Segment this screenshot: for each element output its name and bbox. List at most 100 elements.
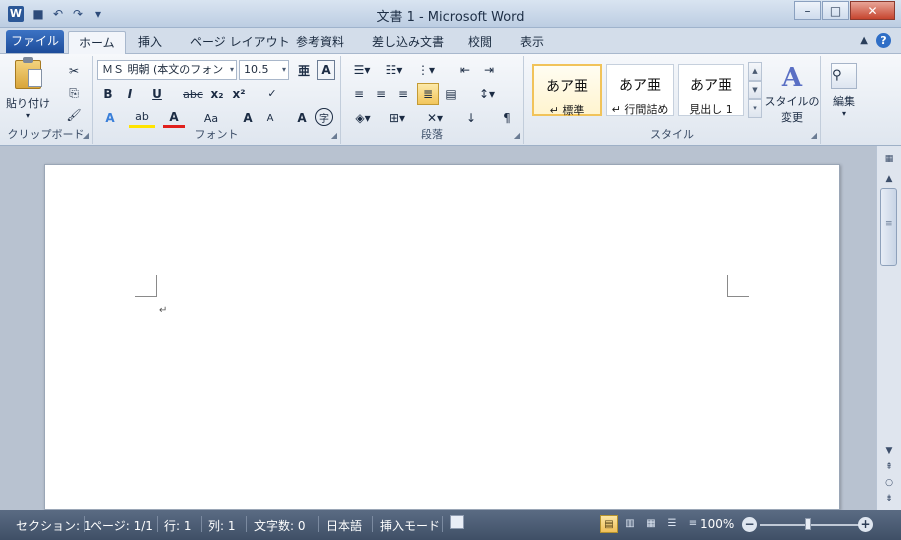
minimize-ribbon-icon[interactable]: ▲ — [860, 35, 868, 46]
print-layout-icon[interactable]: ▤ — [600, 515, 618, 533]
editing-button[interactable]: ⚲ 編集 ▾ — [825, 60, 863, 120]
borders-icon[interactable]: ⊞▾ — [383, 108, 411, 128]
status-line[interactable]: 行: 1 — [164, 517, 192, 534]
tab-mailings[interactable]: 差し込み文書 — [362, 31, 454, 54]
align-right-icon[interactable]: ≡ — [393, 84, 413, 104]
highlight-icon[interactable]: ab — [129, 108, 155, 128]
asian-layout-icon[interactable]: ✕▾ — [421, 108, 449, 128]
shading-icon[interactable]: ◈▾ — [349, 108, 377, 128]
close-button[interactable]: ✕ — [850, 1, 895, 20]
align-center-icon[interactable]: ≡ — [371, 84, 391, 104]
multilevel-list-icon[interactable]: ⋮▾ — [413, 60, 439, 80]
line-spacing-icon[interactable]: ↕▾ — [473, 84, 501, 104]
gallery-up-icon[interactable]: ▲ — [748, 62, 762, 81]
browse-object-icon[interactable]: ○ — [881, 478, 897, 488]
format-painter-icon[interactable]: 🖌 — [64, 106, 84, 124]
dialog-launcher-icon[interactable]: ◢ — [811, 131, 817, 140]
change-case-button[interactable]: Aa — [199, 108, 223, 128]
tab-file[interactable]: ファイル — [6, 30, 64, 53]
title-bar: W ■ ↶ ↷ ▾ 文書 1 - Microsoft Word – □ ✕ — [0, 0, 901, 28]
minimize-button[interactable]: – — [794, 1, 821, 20]
paragraph-group: ☰▾ ☷▾ ⋮▾ ⇤ ⇥ ≡ ≡ ≡ ≣ ▤ ↕▾ ◈▾ ⊞▾ ✕▾ ↓ ¶ 段… — [341, 56, 524, 144]
phonetic-guide-icon[interactable]: 亜 — [295, 60, 313, 80]
window-title: 文書 1 - Microsoft Word — [376, 10, 525, 25]
editing-group: ⚲ 編集 ▾ — [821, 56, 867, 144]
document-area: ↵ — [0, 146, 876, 510]
status-word-count[interactable]: 文字数: 0 — [254, 517, 306, 534]
bold-button[interactable]: B — [99, 84, 117, 104]
justify-icon[interactable]: ≣ — [417, 83, 439, 105]
strikethrough-button[interactable]: abc — [181, 84, 205, 104]
style-heading-1[interactable]: あア亜 見出し 1 — [678, 64, 744, 116]
help-icon[interactable]: ? — [876, 33, 891, 48]
proofing-icon[interactable]: ✓ — [261, 82, 283, 104]
align-left-icon[interactable]: ≡ — [349, 84, 369, 104]
macro-record-icon[interactable] — [450, 515, 464, 529]
tab-view[interactable]: 表示 — [510, 31, 554, 54]
next-page-icon[interactable]: ⇟ — [881, 494, 897, 504]
font-size-select[interactable]: 10.5 ▾ — [239, 60, 289, 80]
status-insert-mode[interactable]: 挿入モード — [380, 517, 440, 534]
sort-icon[interactable]: ↓ — [461, 108, 481, 128]
scroll-down-icon[interactable]: ▼ — [881, 446, 897, 456]
text-effects-icon[interactable]: A — [99, 108, 121, 128]
tab-page-layout[interactable]: ページ レイアウト — [180, 31, 300, 54]
previous-page-icon[interactable]: ⇞ — [881, 462, 897, 472]
binoculars-icon: ⚲ — [831, 62, 857, 89]
shrink-font-icon[interactable]: A — [261, 108, 279, 128]
paragraph-mark: ↵ — [159, 305, 168, 316]
paste-button[interactable]: 貼り付け ▾ — [6, 57, 50, 120]
crop-mark-left — [135, 275, 157, 297]
show-marks-icon[interactable]: ¶ — [497, 108, 517, 128]
scroll-up-icon[interactable]: ▲ — [881, 174, 897, 184]
tab-review[interactable]: 校閲 — [458, 31, 502, 54]
font-name-select[interactable]: ＭＳ 明朝 (本文のフォン ▾ — [97, 60, 237, 80]
superscript-button[interactable]: x² — [229, 84, 249, 104]
dialog-launcher-icon[interactable]: ◢ — [331, 131, 337, 140]
tab-home[interactable]: ホーム — [68, 31, 126, 54]
tab-references[interactable]: 参考資料 — [286, 31, 354, 54]
ruler-toggle-icon[interactable]: ▦ — [881, 154, 897, 164]
change-styles-button[interactable]: A スタイルの 変更 — [764, 60, 820, 128]
scissors-icon[interactable]: ✂ — [64, 62, 84, 80]
underline-button[interactable]: U — [145, 84, 169, 104]
full-screen-reading-icon[interactable]: ▥ — [621, 515, 639, 533]
char-border-icon[interactable]: A — [317, 60, 335, 80]
status-page[interactable]: ページ: 1/1 — [90, 517, 153, 534]
subscript-button[interactable]: x₂ — [207, 84, 227, 104]
zoom-level[interactable]: 100% — [700, 517, 734, 531]
enclose-char-icon[interactable]: 字 — [315, 108, 333, 126]
distributed-icon[interactable]: ▤ — [441, 84, 461, 104]
dialog-launcher-icon[interactable]: ◢ — [83, 131, 89, 140]
zoom-slider-thumb[interactable] — [805, 518, 811, 530]
scroll-thumb[interactable] — [880, 188, 897, 266]
bullets-icon[interactable]: ☰▾ — [349, 60, 375, 80]
gallery-more-icon[interactable]: ▾ — [748, 99, 762, 119]
style-no-spacing[interactable]: あア亜 ↵ 行間詰め — [606, 64, 674, 116]
web-layout-icon[interactable]: ▦ — [642, 515, 660, 533]
vertical-scrollbar[interactable]: ▦ ▲ ▼ ⇞ ○ ⇟ — [876, 146, 901, 510]
decrease-indent-icon[interactable]: ⇤ — [455, 60, 475, 80]
ribbon-tabs: ファイル ホーム 挿入 ページ レイアウト 参考資料 差し込み文書 校閲 表示 … — [0, 28, 901, 54]
outline-icon[interactable]: ☰ — [663, 515, 681, 533]
italic-button[interactable]: I — [121, 84, 139, 104]
style-normal[interactable]: あア亜 ↵ 標準 — [532, 64, 602, 117]
font-group: ＭＳ 明朝 (本文のフォン ▾ 10.5 ▾ 亜 A B I U abc x₂ x²… — [93, 56, 341, 144]
tab-insert[interactable]: 挿入 — [128, 31, 172, 54]
status-section[interactable]: セクション: 1 — [16, 517, 92, 534]
clear-format-icon[interactable]: A — [293, 108, 311, 128]
maximize-button[interactable]: □ — [822, 1, 849, 20]
font-color-icon[interactable]: A — [163, 108, 185, 128]
status-column[interactable]: 列: 1 — [208, 517, 236, 534]
increase-indent-icon[interactable]: ⇥ — [479, 60, 499, 80]
document-page[interactable]: ↵ — [44, 164, 840, 510]
dialog-launcher-icon[interactable]: ◢ — [514, 131, 520, 140]
status-language[interactable]: 日本語 — [326, 517, 362, 534]
gallery-down-icon[interactable]: ▼ — [748, 80, 762, 100]
ribbon: 貼り付け ▾ ✂ ⎘ 🖌 クリップボード ◢ ＭＳ 明朝 (本文のフォン ▾ 10… — [0, 54, 901, 146]
copy-icon[interactable]: ⎘ — [64, 84, 84, 102]
zoom-out-icon[interactable]: − — [742, 517, 757, 532]
numbering-icon[interactable]: ☷▾ — [381, 60, 407, 80]
grow-font-icon[interactable]: A — [239, 108, 257, 128]
zoom-in-icon[interactable]: + — [858, 517, 873, 532]
